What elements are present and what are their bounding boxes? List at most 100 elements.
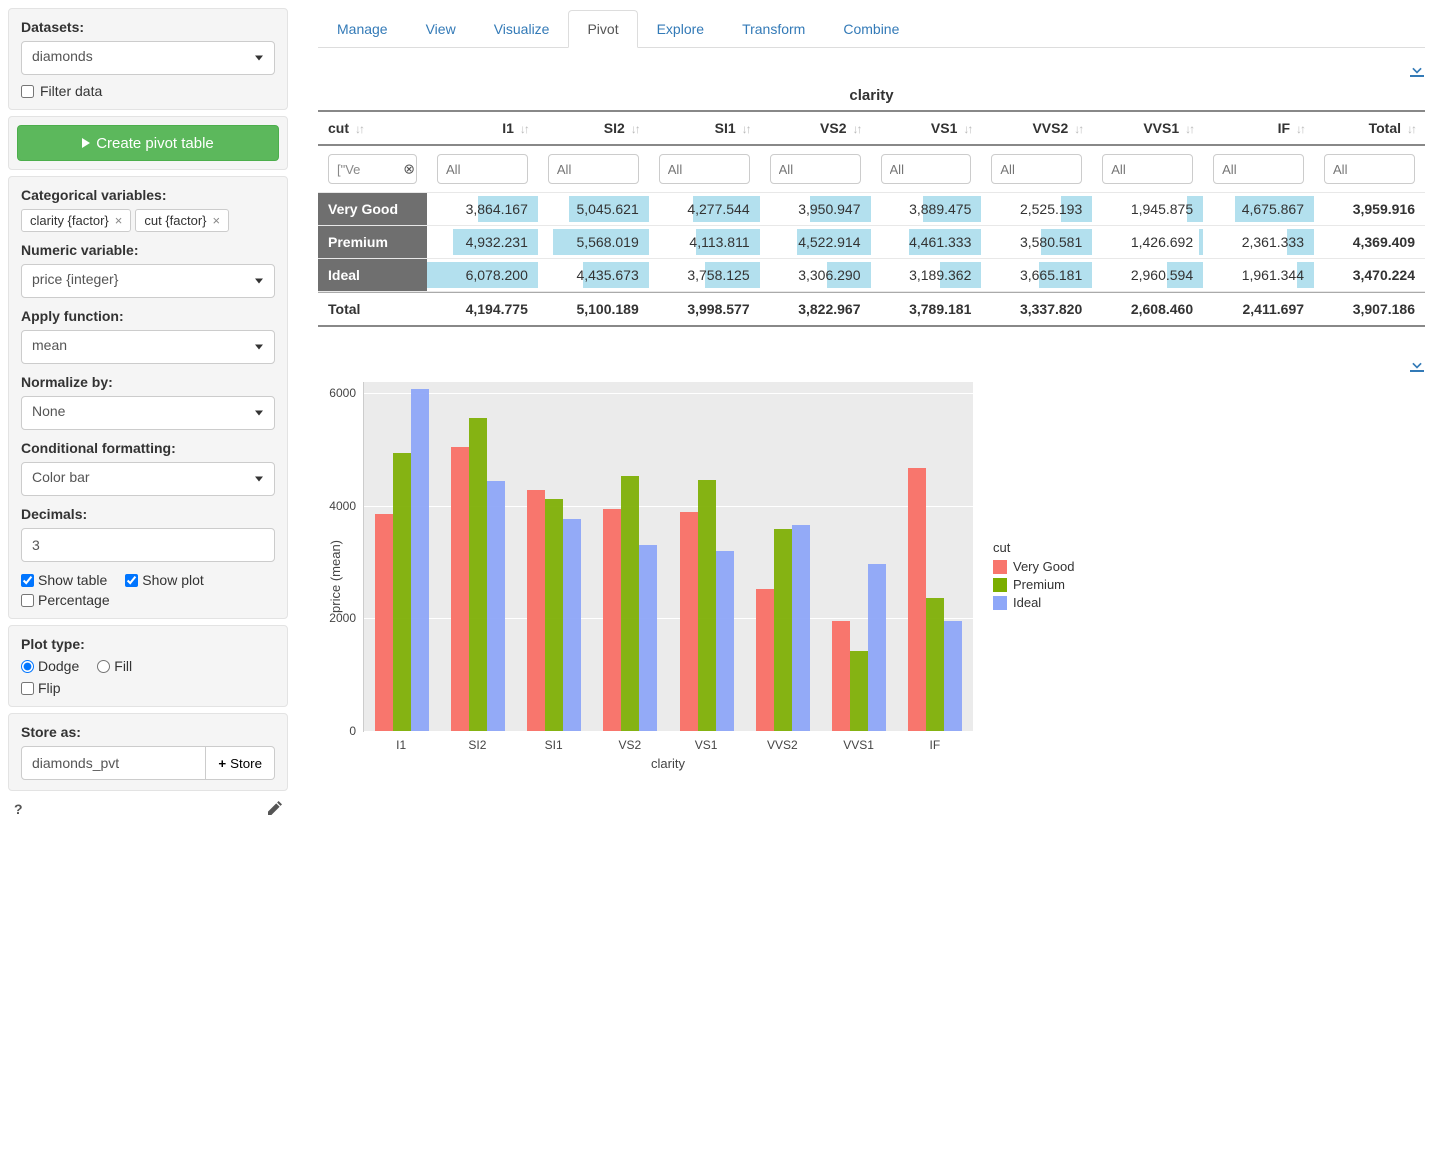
normalize-label: Normalize by: bbox=[21, 374, 275, 390]
sort-icon: ↓↑ bbox=[853, 122, 861, 136]
bar-rect bbox=[832, 621, 850, 731]
y-tick: 6000 bbox=[329, 386, 364, 400]
filter-input[interactable] bbox=[437, 154, 528, 184]
main-content: Manage View Visualize Pivot Explore Tran… bbox=[318, 8, 1425, 822]
condfmt-select[interactable]: Color bar bbox=[21, 462, 275, 496]
store-label: Store as: bbox=[21, 724, 275, 740]
pivot-table: cut↓↑ I1↓↑ SI2↓↑ SI1↓↑ VS2↓↑ VS1↓↑ VVS2↓… bbox=[318, 110, 1425, 327]
col-header[interactable]: SI2↓↑ bbox=[538, 110, 649, 146]
clear-filter-icon[interactable]: ⊗ bbox=[403, 161, 415, 178]
download-table-icon[interactable] bbox=[1409, 62, 1425, 83]
filter-input[interactable] bbox=[1102, 154, 1193, 184]
store-button[interactable]: +Store bbox=[206, 746, 275, 780]
close-icon[interactable]: × bbox=[115, 213, 123, 228]
bar-rect bbox=[527, 490, 545, 731]
x-tick: SI1 bbox=[516, 732, 592, 752]
totals-label: Total bbox=[318, 292, 427, 327]
normalize-select[interactable]: None bbox=[21, 396, 275, 430]
bar-rect bbox=[792, 525, 810, 731]
close-icon[interactable]: × bbox=[213, 213, 221, 228]
sort-icon: ↓↑ bbox=[1185, 122, 1193, 136]
sort-icon: ↓↑ bbox=[631, 122, 639, 136]
filter-input[interactable] bbox=[659, 154, 750, 184]
totals-cell: 5,100.189 bbox=[538, 292, 649, 327]
col-header[interactable]: VS1↓↑ bbox=[871, 110, 982, 146]
bar-rect bbox=[908, 468, 926, 731]
percentage-check[interactable]: Percentage bbox=[21, 592, 110, 608]
tag-cut[interactable]: cut {factor}× bbox=[135, 209, 229, 232]
col-header-total[interactable]: Total↓↑ bbox=[1314, 110, 1425, 146]
legend-swatch bbox=[993, 560, 1007, 574]
bar-group bbox=[745, 382, 821, 731]
datasets-select[interactable]: diamonds bbox=[21, 41, 275, 75]
create-panel: Create pivot table bbox=[8, 116, 288, 170]
bar-group bbox=[897, 382, 973, 731]
bar-rect bbox=[926, 598, 944, 731]
edit-icon[interactable] bbox=[268, 801, 282, 818]
sort-icon: ↓↑ bbox=[1407, 122, 1415, 136]
col-header[interactable]: IF↓↑ bbox=[1203, 110, 1314, 146]
filter-input[interactable] bbox=[1324, 154, 1415, 184]
filter-input[interactable] bbox=[1213, 154, 1304, 184]
data-cell: 3,959.916 bbox=[1314, 193, 1425, 226]
decimals-input[interactable] bbox=[21, 528, 275, 562]
chart-plot: 0200040006000 I1SI2SI1VS2VS1VVS2VVS1IF c… bbox=[363, 382, 973, 771]
col-header[interactable]: VVS1↓↑ bbox=[1092, 110, 1203, 146]
tab-manage[interactable]: Manage bbox=[318, 10, 407, 48]
tag-clarity[interactable]: clarity {factor}× bbox=[21, 209, 131, 232]
show-plot-check[interactable]: Show plot bbox=[125, 572, 203, 588]
chart-ylabel: price (mean) bbox=[328, 540, 343, 613]
filter-input[interactable] bbox=[881, 154, 972, 184]
tab-pivot[interactable]: Pivot bbox=[568, 10, 637, 48]
applyfn-select[interactable]: mean bbox=[21, 330, 275, 364]
tab-explore[interactable]: Explore bbox=[638, 10, 723, 48]
plottype-fill-radio[interactable]: Fill bbox=[97, 658, 132, 674]
col-header[interactable]: VVS2↓↑ bbox=[981, 110, 1092, 146]
row-header[interactable]: cut↓↑ bbox=[318, 110, 427, 146]
x-tick: VVS1 bbox=[821, 732, 897, 752]
sort-icon: ↓↑ bbox=[520, 122, 528, 136]
x-tick: VVS2 bbox=[744, 732, 820, 752]
table-row: Ideal6,078.2004,435.6733,758.1253,306.29… bbox=[318, 259, 1425, 292]
totals-cell: 3,822.967 bbox=[760, 292, 871, 327]
col-header[interactable]: I1↓↑ bbox=[427, 110, 538, 146]
filter-input[interactable] bbox=[991, 154, 1082, 184]
data-cell: 3,470.224 bbox=[1314, 259, 1425, 292]
x-tick: VS1 bbox=[668, 732, 744, 752]
table-header-row: cut↓↑ I1↓↑ SI2↓↑ SI1↓↑ VS2↓↑ VS1↓↑ VVS2↓… bbox=[318, 110, 1425, 146]
plottype-flip-check[interactable]: Flip bbox=[21, 680, 275, 696]
numvar-select[interactable]: price {integer} bbox=[21, 264, 275, 298]
col-header[interactable]: VS2↓↑ bbox=[760, 110, 871, 146]
bar-group bbox=[669, 382, 745, 731]
sort-icon: ↓↑ bbox=[742, 122, 750, 136]
bar-rect bbox=[850, 651, 868, 731]
create-pivot-button[interactable]: Create pivot table bbox=[17, 125, 279, 161]
plottype-dodge-radio[interactable]: Dodge bbox=[21, 658, 79, 674]
sidebar-footer: ? bbox=[8, 797, 288, 822]
filter-input[interactable] bbox=[548, 154, 639, 184]
legend-label: Ideal bbox=[1013, 595, 1041, 610]
help-icon[interactable]: ? bbox=[14, 801, 23, 818]
row-label: Premium bbox=[318, 226, 427, 259]
filter-data-checkbox[interactable] bbox=[21, 85, 34, 98]
catvars-tags[interactable]: clarity {factor}× cut {factor}× bbox=[21, 209, 275, 232]
tab-combine[interactable]: Combine bbox=[824, 10, 918, 48]
bar-rect bbox=[393, 453, 411, 731]
tab-transform[interactable]: Transform bbox=[723, 10, 824, 48]
table-super-header: clarity bbox=[318, 87, 1425, 104]
filter-input[interactable] bbox=[770, 154, 861, 184]
bar-group bbox=[440, 382, 516, 731]
bar-group bbox=[821, 382, 897, 731]
show-table-check[interactable]: Show table bbox=[21, 572, 107, 588]
download-plot-icon[interactable] bbox=[1409, 357, 1425, 378]
tab-view[interactable]: View bbox=[407, 10, 475, 48]
store-input[interactable] bbox=[21, 746, 206, 780]
totals-row: Total4,194.7755,100.1893,998.5773,822.96… bbox=[318, 292, 1425, 327]
data-cell: 3,864.167 bbox=[427, 193, 538, 226]
x-tick: VS2 bbox=[592, 732, 668, 752]
bar-group bbox=[364, 382, 440, 731]
tab-visualize[interactable]: Visualize bbox=[475, 10, 569, 48]
y-tick: 4000 bbox=[329, 499, 364, 513]
x-tick: I1 bbox=[363, 732, 439, 752]
col-header[interactable]: SI1↓↑ bbox=[649, 110, 760, 146]
